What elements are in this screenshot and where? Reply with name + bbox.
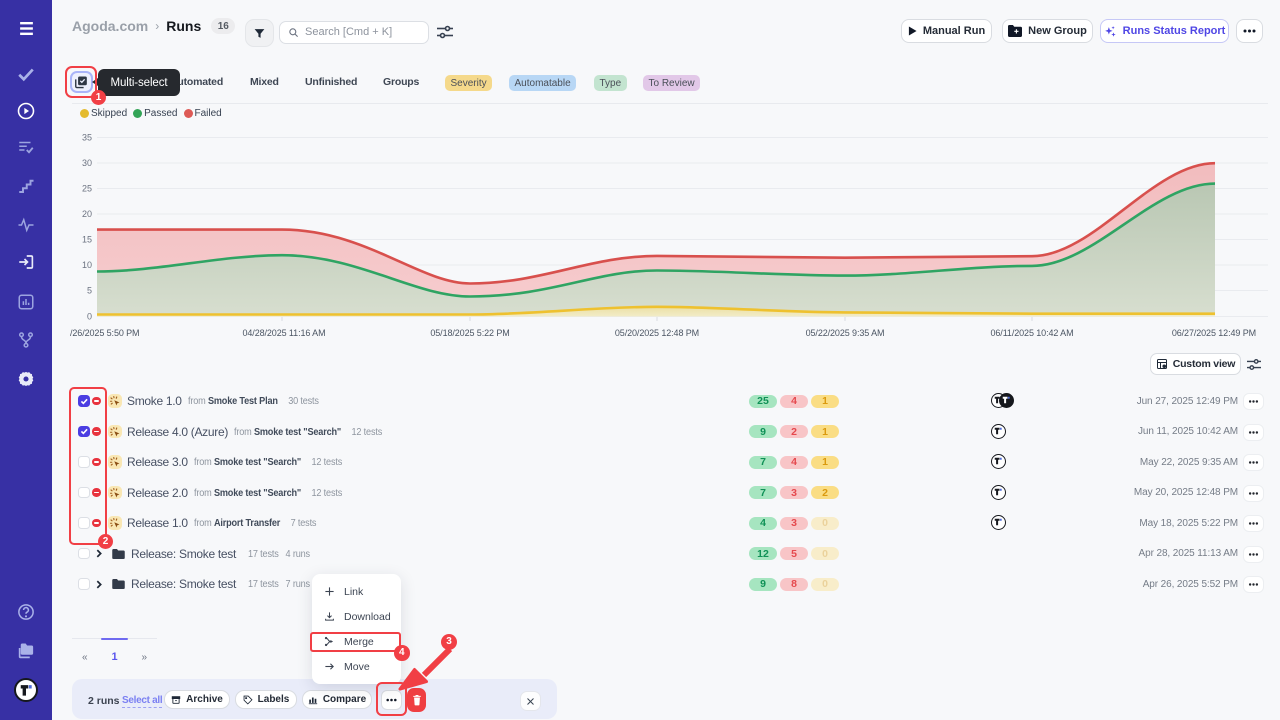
svg-text:0: 0 — [87, 312, 92, 322]
svg-text:05/20/2025 12:48 PM: 05/20/2025 12:48 PM — [615, 328, 699, 338]
svg-text:05/18/2025 5:22 PM: 05/18/2025 5:22 PM — [430, 328, 509, 338]
svg-text:10: 10 — [82, 260, 92, 270]
svg-text:06/27/2025 12:49 PM: 06/27/2025 12:49 PM — [1172, 328, 1256, 338]
svg-text:/26/2025 5:50 PM: /26/2025 5:50 PM — [70, 328, 139, 338]
svg-text:04/28/2025 11:16 AM: 04/28/2025 11:16 AM — [242, 328, 325, 338]
svg-text:20: 20 — [82, 209, 92, 219]
svg-text:25: 25 — [82, 184, 92, 194]
svg-text:06/11/2025 10:42 AM: 06/11/2025 10:42 AM — [990, 328, 1073, 338]
svg-text:5: 5 — [87, 286, 92, 296]
svg-text:05/22/2025 9:35 AM: 05/22/2025 9:35 AM — [806, 328, 885, 338]
svg-text:35: 35 — [82, 133, 92, 143]
svg-text:30: 30 — [82, 158, 92, 168]
svg-text:15: 15 — [82, 235, 92, 245]
